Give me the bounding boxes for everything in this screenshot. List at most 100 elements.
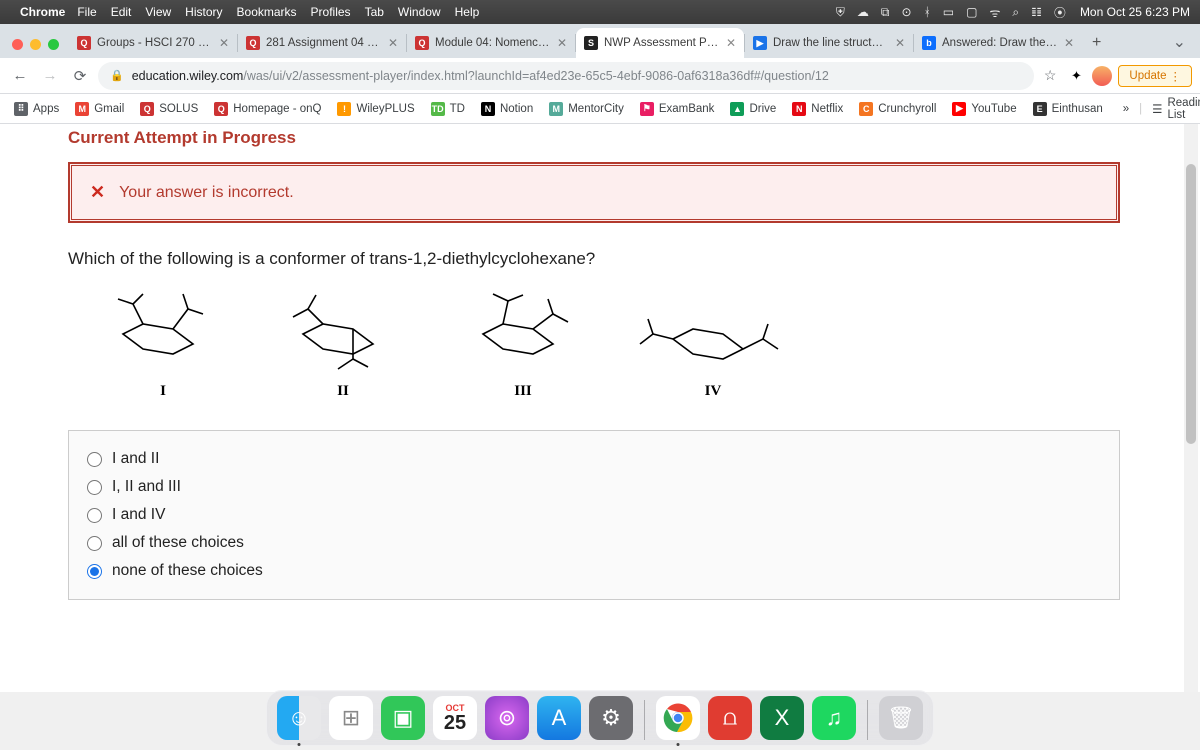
menu-bookmarks[interactable]: Bookmarks [237,5,297,19]
bookmark-item[interactable]: CCrunchyroll [853,99,942,119]
clock[interactable]: Mon Oct 25 6:23 PM [1080,5,1190,19]
bookmark-star-icon[interactable]: ☆ [1044,67,1057,84]
cloud-icon[interactable]: ☁ [857,5,869,19]
bookmark-item[interactable]: TDTD [425,99,471,119]
tab-title: Draw the line structure o [773,37,889,49]
reading-list-button[interactable]: ☰ Reading List [1146,94,1200,124]
extension-puzzle-icon[interactable]: ✦ [1066,66,1086,86]
display-icon[interactable]: ▢ [966,5,977,19]
dock-facetime[interactable]: ▣ [381,696,425,740]
option-label: I and IV [112,506,165,524]
structure-images: I II III IV [68,289,1200,400]
user-icon[interactable]: ⦿ [1054,4,1066,21]
menu-edit[interactable]: Edit [111,5,132,19]
dock-trash[interactable]: 🗑 [879,696,923,740]
close-window-icon[interactable] [12,39,23,50]
minimize-window-icon[interactable] [30,39,41,50]
answer-option[interactable]: none of these choices [87,557,1101,585]
bookmark-item[interactable]: MGmail [69,99,130,119]
answer-option[interactable]: I and II [87,445,1101,473]
update-button[interactable]: Update ⋮ [1118,65,1192,87]
bookmark-item[interactable]: QSOLUS [134,99,204,119]
bookmark-item[interactable]: EEinthusan [1027,99,1109,119]
bookmarks-bar: ⠿AppsMGmailQSOLUSQHomepage - onQ!WileyPL… [0,94,1200,124]
browser-tab[interactable]: ▶ Draw the line structure o ✕ [745,28,913,58]
forward-button[interactable]: → [38,64,62,88]
answer-option[interactable]: all of these choices [87,529,1101,557]
bookmark-item[interactable]: ⚑ExamBank [634,99,721,119]
browser-tab[interactable]: QModule 04: Nomenclatu✕ [407,28,575,58]
control-center-icon[interactable]: 𝌮 [1031,5,1042,19]
bookmark-item[interactable]: NNetflix [786,99,849,119]
browser-tab[interactable]: bAnswered: Draw the two✕ [914,28,1082,58]
bookmark-favicon: ⚑ [640,102,654,116]
chevron-down-icon[interactable]: ⌄ [1173,34,1186,51]
window-controls[interactable] [6,39,69,58]
play-icon[interactable]: ⊙ [902,5,912,19]
bookmark-item[interactable]: MMentorCity [543,99,630,119]
maximize-window-icon[interactable] [48,39,59,50]
profile-avatar[interactable] [1092,66,1112,86]
molecule-I [88,289,238,379]
structure-2-label: II [268,383,418,400]
menu-window[interactable]: Window [398,5,441,19]
menu-history[interactable]: History [185,5,222,19]
radio-input[interactable] [87,452,102,467]
dock-podcasts[interactable]: ⊚ [485,696,529,740]
browser-tab[interactable]: QGroups - HSCI 270 - Ble✕ [69,28,237,58]
app-name[interactable]: Chrome [20,5,65,19]
bookmark-item[interactable]: ▲Drive [724,99,782,119]
reload-button[interactable]: ⟳ [68,64,92,88]
dock-appstore[interactable]: A [537,696,581,740]
browser-tab[interactable]: SNWP Assessment Player✕ [576,28,744,58]
bookmark-favicon: ⠿ [14,102,28,116]
browser-tab[interactable]: Q281 Assignment 04 - Ca✕ [238,28,406,58]
tab-close-icon[interactable]: ✕ [388,36,398,50]
radio-input[interactable] [87,536,102,551]
menu-profiles[interactable]: Profiles [311,5,351,19]
menu-tab[interactable]: Tab [365,5,384,19]
tab-close-icon[interactable]: ✕ [1064,36,1074,50]
answer-option[interactable]: I, II and III [87,473,1101,501]
scrollbar-thumb[interactable] [1186,164,1196,444]
answer-option[interactable]: I and IV [87,501,1101,529]
dock-excel[interactable]: X [760,696,804,740]
tab-close-icon[interactable]: ✕ [557,36,567,50]
bluetooth-icon[interactable]: ᚼ [924,5,931,19]
bookmark-item[interactable]: ⠿Apps [8,99,65,119]
tv-icon[interactable]: ⧉ [881,5,890,20]
dock-chrome[interactable] [656,696,700,740]
address-bar[interactable]: 🔒 education.wiley.com/was/ui/v2/assessme… [98,62,1034,90]
bookmark-item[interactable]: NNotion [475,99,539,119]
tab-close-icon[interactable]: ✕ [219,36,229,50]
dock-settings[interactable]: ⚙ [589,696,633,740]
tab-favicon: ▶ [753,36,767,50]
bookmark-item[interactable]: QHomepage - onQ [208,99,327,119]
radio-input[interactable] [87,508,102,523]
dock-spotify[interactable]: ♫ [812,696,856,740]
new-tab-button[interactable]: + [1082,34,1111,58]
bookmark-label: TD [450,103,465,115]
back-button[interactable]: ← [8,64,32,88]
structure-4-label: IV [628,383,798,400]
dock-launchpad[interactable]: ⊞ [329,696,373,740]
wifi-icon[interactable]: ᯤ [989,4,1000,21]
tab-close-icon[interactable]: ✕ [895,36,905,50]
radio-input[interactable] [87,564,102,579]
shield-icon[interactable]: ⛨ [836,5,845,20]
tab-close-icon[interactable]: ✕ [726,36,736,50]
radio-input[interactable] [87,480,102,495]
search-icon[interactable]: ⌕ [1012,5,1019,20]
menu-file[interactable]: File [77,5,96,19]
bookmark-item[interactable]: !WileyPLUS [331,99,420,119]
scrollbar[interactable] [1184,124,1198,692]
menu-view[interactable]: View [145,5,171,19]
bookmark-item[interactable]: ▶YouTube [946,99,1022,119]
dock-acrobat[interactable]: ⩍ [708,696,752,740]
option-label: I and II [112,450,159,468]
dock-finder[interactable]: ☺ [277,696,321,740]
battery-icon[interactable]: ▭ [943,5,954,19]
menu-help[interactable]: Help [455,5,480,19]
dock-calendar[interactable]: OCT25 [433,696,477,740]
bookmarks-overflow[interactable]: » [1117,103,1135,115]
